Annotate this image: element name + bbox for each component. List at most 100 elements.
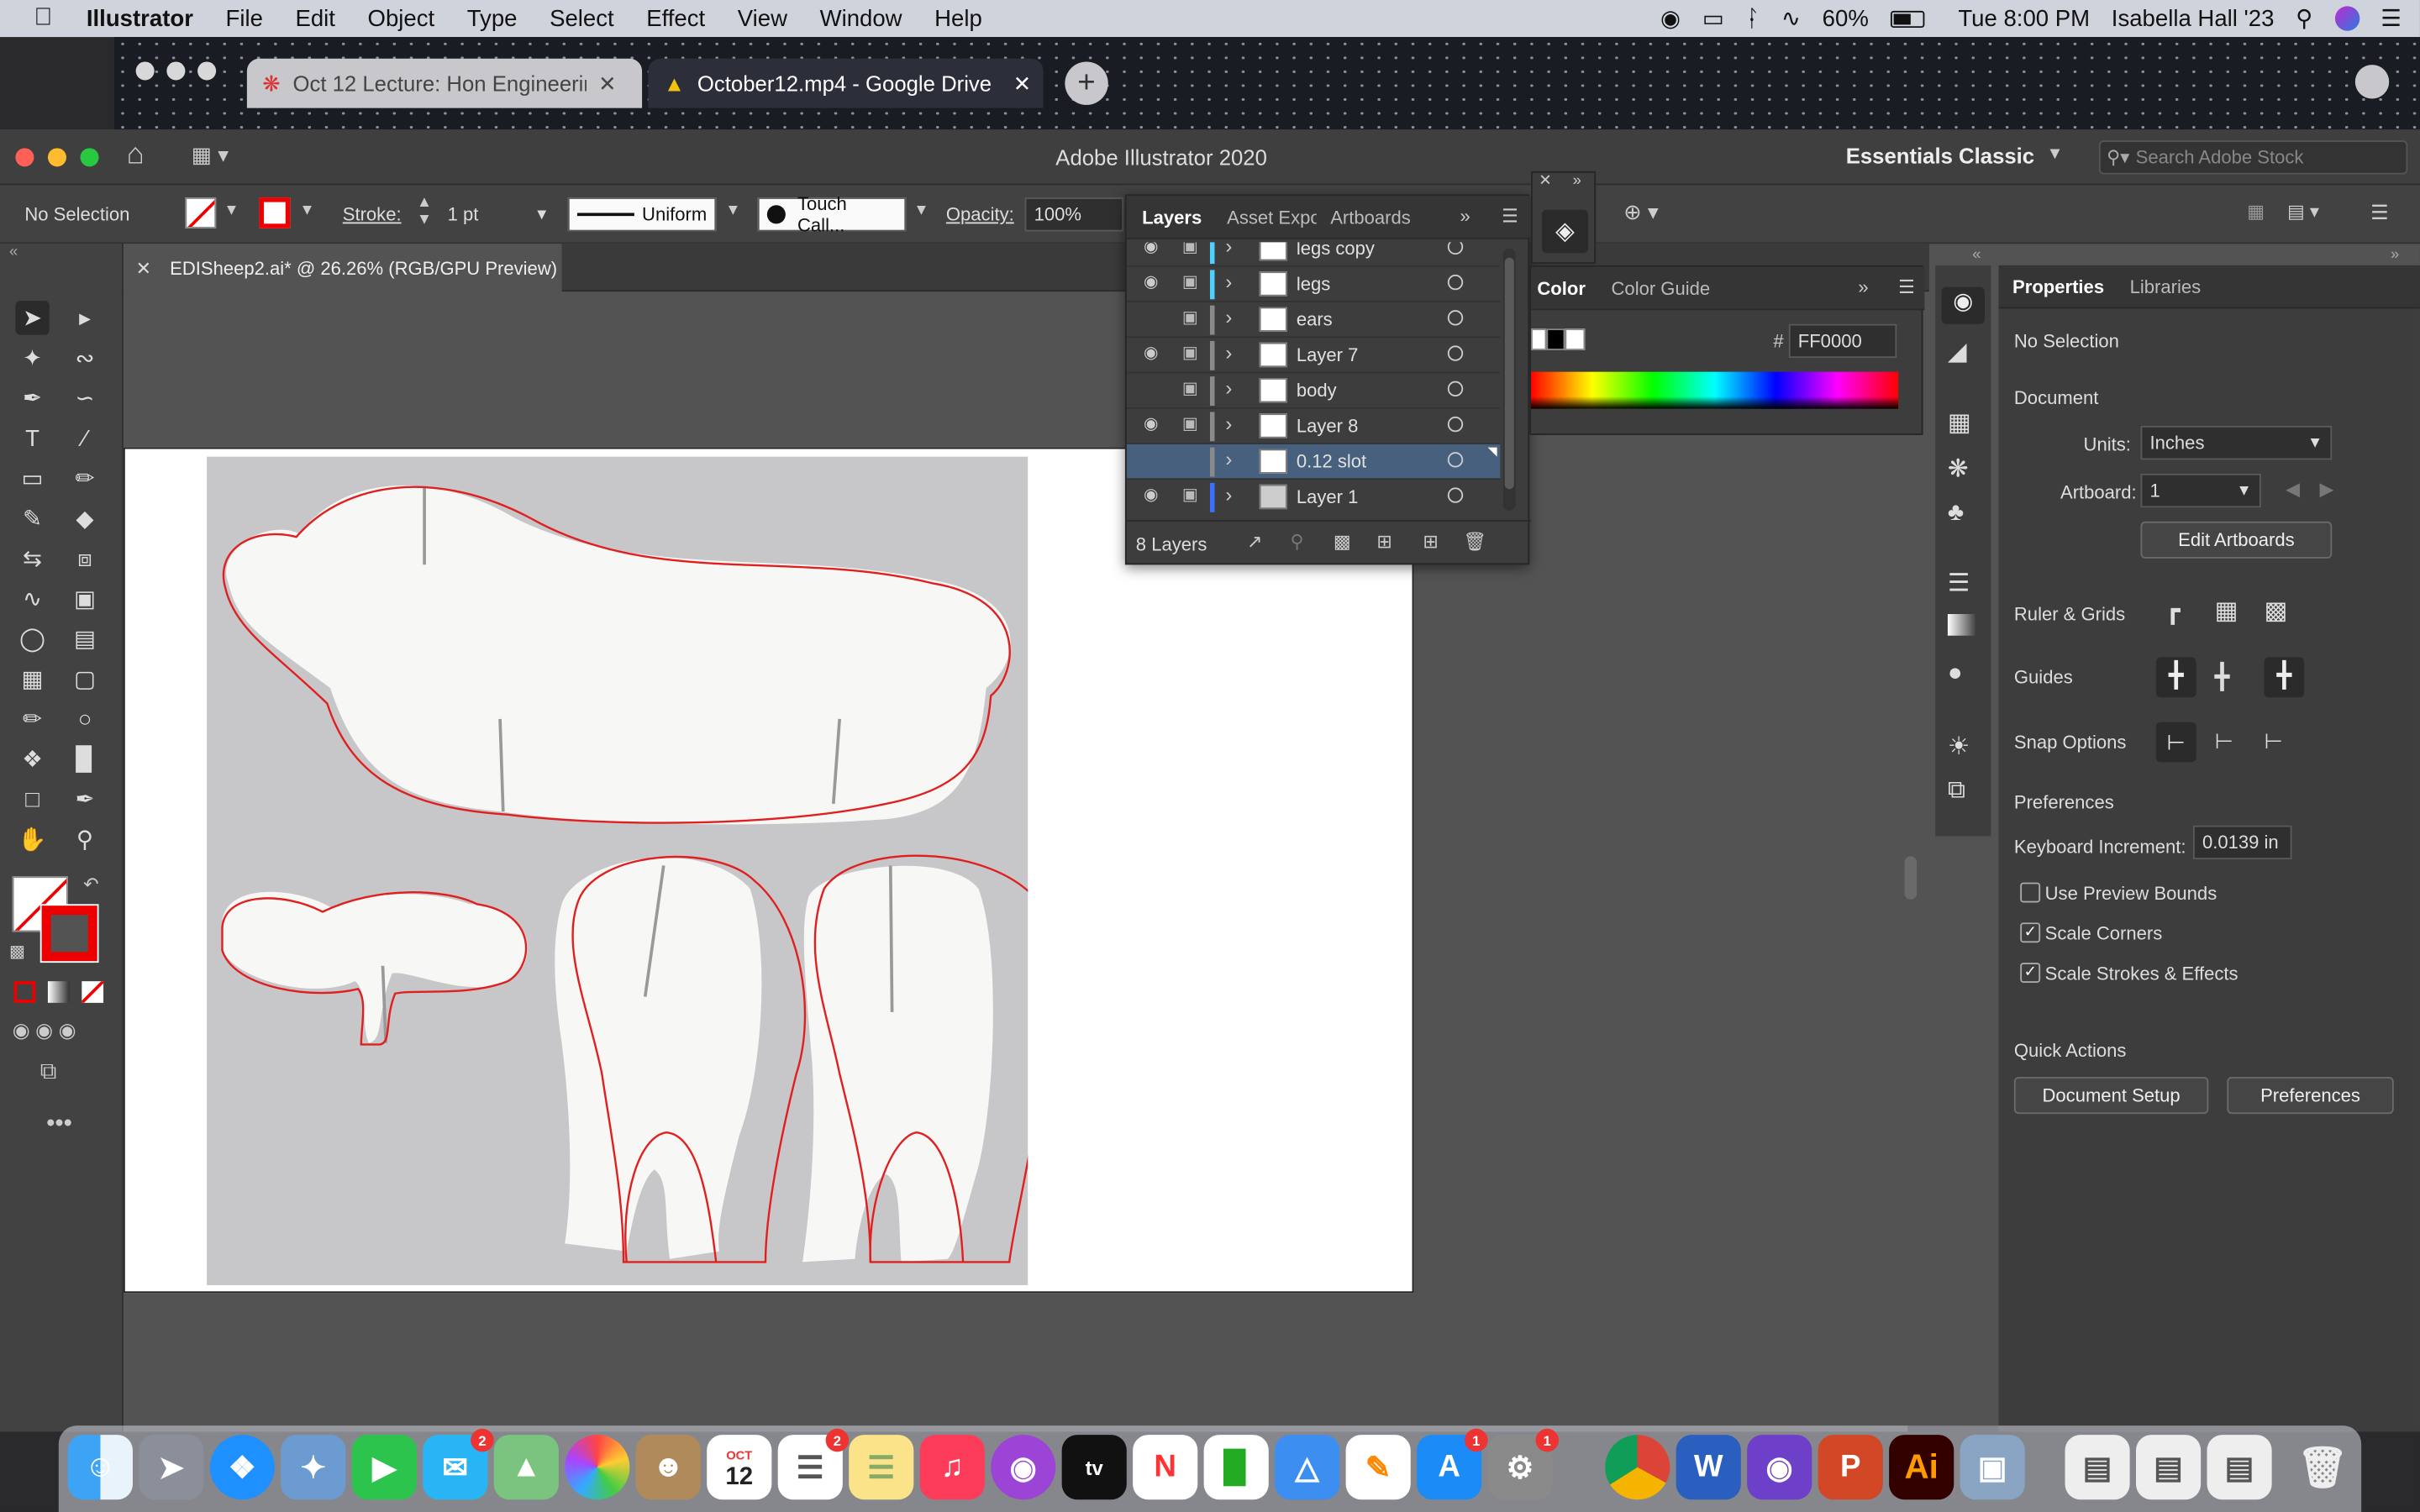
brushes-panel-icon[interactable]: ❋ [1948,454,1969,485]
lock-icon[interactable]: ▣ [1182,271,1198,291]
blend-tool-icon[interactable]: ○ [68,702,102,736]
align-panel-icon[interactable]: ☰ [1948,568,1970,599]
target-icon[interactable] [1447,242,1464,255]
target-icon[interactable] [1447,452,1464,468]
pen-tool-icon[interactable]: ✒ [15,381,49,415]
chevron-down-icon[interactable]: ▼ [2237,482,2252,499]
line-tool-icon[interactable]: ∕ [68,421,102,454]
expand-icon[interactable]: » [1460,205,1470,227]
fill-swatch[interactable] [185,197,217,228]
control-center-icon[interactable]: ☰ [2381,5,2402,32]
previous-artboard-icon[interactable]: ◀ [2286,478,2300,500]
rulers-icon[interactable]: ┏ [2165,596,2181,627]
lock-icon[interactable]: ▣ [1182,413,1198,433]
close-icon[interactable]: ✕ [136,257,151,279]
show-guides-icon[interactable]: ╋ [2155,657,2196,698]
stroke-panel-icon[interactable]: ◢ [1948,336,1967,367]
chevron-right-icon[interactable]: › [1225,270,1232,293]
chrome-icon[interactable] [1605,1435,1670,1500]
target-icon[interactable] [1447,345,1464,361]
menu-view[interactable]: View [738,5,787,31]
menu-app-name[interactable]: Illustrator [87,5,193,31]
shape-builder-tool-icon[interactable]: ◯ [15,622,49,655]
tab-properties[interactable]: Properties [2012,276,2104,298]
opacity-label[interactable]: Opacity: [946,203,1014,225]
window-traffic-lights[interactable] [15,148,99,167]
user-name[interactable]: Isabella Hall '23 [2112,5,2275,31]
rectangle-tool-icon[interactable]: ▭ [15,461,49,495]
tab-layers[interactable]: Layers [1142,207,1202,228]
tab-libraries[interactable]: Libraries [2130,276,2202,298]
document-setup-button[interactable]: Document Setup [2013,1077,2209,1115]
word-icon[interactable]: W [1676,1435,1741,1500]
siri-icon[interactable] [2334,6,2360,31]
collapse-icon[interactable]: » [2391,247,2399,264]
perspective-grid-tool-icon[interactable]: ▤ [68,622,102,655]
gradient-panel-icon[interactable] [1947,614,1975,636]
target-icon[interactable] [1447,487,1464,503]
next-artboard-icon[interactable]: ▶ [2320,478,2334,500]
trash-icon[interactable]: 🗑 [2291,1435,2355,1499]
close-icon[interactable]: ✕ [598,71,617,97]
layer-name[interactable]: legs [1297,273,1330,295]
music-icon[interactable]: ♫ [919,1435,985,1500]
white-swatch[interactable] [1565,328,1586,350]
menu-edit[interactable]: Edit [295,5,334,31]
stroke-label[interactable]: Stroke: [343,203,402,225]
new-sublayer-icon[interactable]: ⊞ [1376,531,1392,553]
canvas-vertical-scrollbar[interactable] [1904,856,1918,900]
preferences-button[interactable]: Preferences [2227,1077,2394,1115]
target-icon[interactable] [1447,381,1464,397]
home-icon[interactable]: ⌂ [127,139,145,172]
workspace-switcher[interactable]: Essentials Classic [1846,144,2034,168]
smart-guides-icon[interactable]: ╋ [2264,657,2305,698]
menu-object[interactable]: Object [368,5,435,31]
selection-tool-icon[interactable]: ➤ [15,301,50,335]
swatches-panel-icon[interactable]: ▦ [1948,407,1971,438]
transform-panel-icon[interactable]: ⧉ [1948,778,1965,806]
artboard-tool-icon[interactable]: □ [15,782,49,816]
github-icon[interactable]: ◉ [1747,1435,1812,1500]
collapse-icon[interactable]: « [9,244,18,260]
arrange-icon[interactable]: ▦ [2247,201,2265,223]
export-icon[interactable]: ↗ [1247,531,1262,553]
placed-sheep-photo[interactable] [207,456,1057,1285]
menu-help[interactable]: Help [934,5,982,31]
eye-icon[interactable]: ◉ [1144,343,1159,363]
recent-window-thumbnail[interactable]: ▤ [2135,1435,2202,1500]
default-colors-icon[interactable]: ▩ [9,941,25,961]
tab-asset-export[interactable]: Asset Expo [1227,207,1317,228]
news-icon[interactable]: N [1133,1435,1198,1500]
slice-tool-icon[interactable]: ✒ [68,782,102,816]
apple-icon[interactable]:  [34,5,52,33]
snap-to-grid-icon[interactable]: ⊢ [2215,728,2233,754]
lock-icon[interactable]: ▣ [1182,485,1198,505]
lock-icon[interactable]: ▣ [1182,242,1198,256]
profile-menu-icon[interactable] [2354,65,2390,99]
keynote-icon[interactable]: △ [1275,1435,1340,1500]
chevron-down-icon[interactable]: ▼ [913,202,929,219]
zoom-tool-icon[interactable]: ⚲ [68,822,102,856]
free-transform-tool-icon[interactable]: ▣ [68,581,102,615]
stroke-swatch[interactable] [259,197,291,228]
chevron-right-icon[interactable]: › [1225,483,1232,507]
messages-icon[interactable]: ✉ 2 [423,1428,494,1500]
chevron-down-icon[interactable]: ▼ [534,206,550,223]
facetime-icon[interactable]: ▶ [351,1435,417,1500]
chevron-right-icon[interactable]: › [1225,412,1232,435]
stroke-weight-input[interactable]: 1 pt ▼ [439,197,558,232]
chevron-down-icon[interactable]: ▼ [2046,145,2063,164]
app-store-icon[interactable]: A1 [1417,1428,1488,1500]
graph-tool-icon[interactable]: ▉ [68,742,102,775]
symbols-panel-icon[interactable]: ♣ [1948,500,1964,528]
expand-icon[interactable]: » [1573,173,1581,190]
scale-corners-label[interactable]: Scale Corners [2045,922,2163,944]
chevron-right-icon[interactable]: › [1225,306,1232,329]
layer-row[interactable]: ◉ ▣ › Layer 8 [1126,407,1501,443]
menu-select[interactable]: Select [550,5,614,31]
menu-type[interactable]: Type [467,5,518,31]
battery-icon[interactable] [1890,9,1924,28]
swap-colors-icon[interactable]: ↶ [83,874,98,895]
eyedropper-tool-icon[interactable]: ✏ [15,702,49,736]
hand-tool-icon[interactable]: ✋ [15,822,49,856]
